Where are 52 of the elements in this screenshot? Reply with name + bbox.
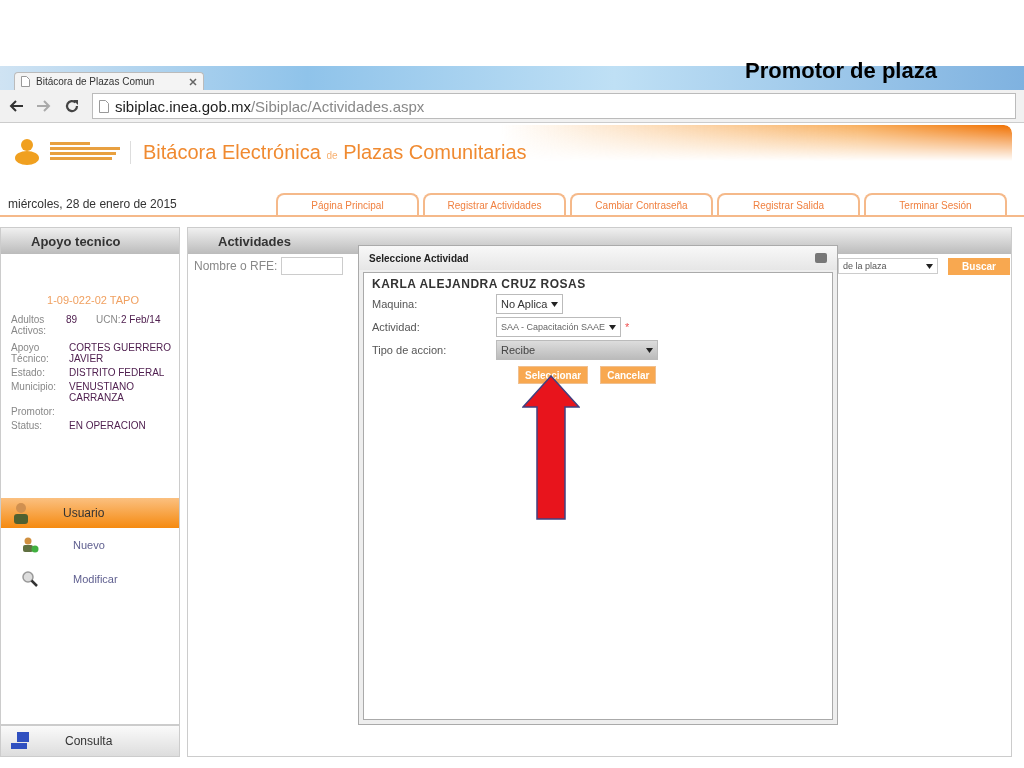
menu-item[interactable]: Modificar xyxy=(1,562,179,596)
page-icon xyxy=(99,99,109,113)
reload-icon[interactable] xyxy=(64,98,80,114)
field-label: Maquina: xyxy=(372,298,419,310)
plaza-code: 1-09-022-02 TAPO xyxy=(46,294,140,306)
search-icon xyxy=(21,570,39,588)
select-field[interactable]: No Aplica xyxy=(496,294,564,314)
select-field[interactable]: SAA - Capacitación SAAE xyxy=(496,317,622,337)
dialog-title: Seleccione Actividad xyxy=(369,252,469,264)
site-title: Bitácora Electrónica de Plazas Comunitarias xyxy=(130,140,527,164)
caret-icon xyxy=(926,263,933,269)
panel-header: Apoyo tecnico xyxy=(1,228,179,254)
caret-icon xyxy=(551,301,559,307)
tab-title: Bitácora de Plazas Comun xyxy=(36,76,155,87)
field-value: DISTRITO FEDERAL xyxy=(69,367,166,378)
logo-icon xyxy=(14,138,40,166)
browser-tab[interactable]: Bitácora de Plazas Comun xyxy=(14,72,204,90)
field-label: Promotor: xyxy=(11,406,56,417)
menu-footer[interactable]: Consulta xyxy=(1,724,179,756)
field-label: Tipo de accion: xyxy=(372,344,448,356)
field-label: Estado: xyxy=(11,367,46,378)
close-icon[interactable] xyxy=(815,253,827,263)
logo-lines-drawing xyxy=(50,141,120,163)
field-label: UCN: xyxy=(96,314,121,327)
field-value: 2 Feb/14 xyxy=(121,314,162,327)
user-add-icon xyxy=(21,536,39,554)
field-value: EN OPERACION xyxy=(69,420,147,431)
computer-icon xyxy=(11,732,31,750)
menu-item[interactable]: Nuevo xyxy=(1,528,179,562)
plaza-select[interactable]: de la plaza xyxy=(838,258,938,274)
field-label: Actividad: xyxy=(372,321,421,333)
close-icon[interactable] xyxy=(189,77,197,86)
caret-icon xyxy=(646,347,653,353)
menu-header[interactable]: Usuario xyxy=(1,498,179,528)
caret-icon xyxy=(609,324,617,330)
field-value: VENUSTIANO CARRANZA xyxy=(69,381,135,403)
field-label: Adultos Activos: xyxy=(11,314,47,336)
field-label: Status: xyxy=(11,420,44,431)
slide-title: Promotor de plaza xyxy=(745,58,937,84)
field-value: CORTES GUERRERO JAVIER xyxy=(69,342,173,364)
user-icon xyxy=(13,502,29,524)
address-field[interactable]: sibiplac.inea.gob.mx/Sibiplac/Actividades.aspx xyxy=(92,93,1016,119)
back-icon[interactable] xyxy=(8,99,24,113)
search-field[interactable] xyxy=(281,257,344,275)
page-icon xyxy=(21,76,30,87)
person-name: KARLA ALEJANDRA CRUZ ROSAS xyxy=(372,277,587,291)
field-label: Municipio: xyxy=(11,381,58,394)
required-mark: * xyxy=(625,321,630,333)
field-value: 89 xyxy=(66,314,79,327)
field-label: Apoyo Técnico: xyxy=(11,342,50,364)
field-label: Nombre o RFE: xyxy=(194,259,278,273)
date-text: miércoles, 28 de enero de 2015 xyxy=(8,197,178,213)
